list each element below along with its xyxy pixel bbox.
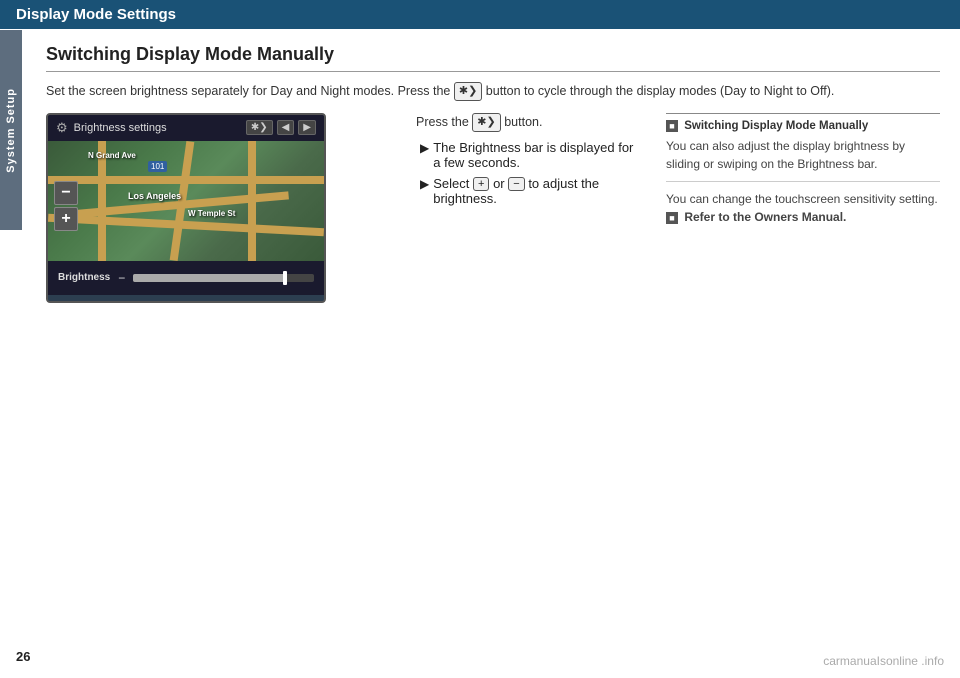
screen-next-btn: ▶ <box>298 120 316 135</box>
map-label-losangeles: Los Angeles <box>128 191 181 201</box>
brightness-bar-thumb <box>283 271 287 285</box>
steps-column: Press the ✱❯ button. ▶ The Brightness ba… <box>416 113 636 309</box>
right-column: ■ Switching Display Mode Manually You ca… <box>656 113 940 309</box>
map-minus-btn: − <box>54 181 78 205</box>
screen-header-title: Brightness settings <box>74 122 240 134</box>
note-icon: ■ <box>666 120 678 132</box>
screen-map: 101 Los Angeles N Grand Ave W Temple St … <box>48 141 324 261</box>
press-suffix: button. <box>504 115 542 129</box>
page-number: 26 <box>16 649 30 664</box>
map-label-road2: W Temple St <box>188 209 235 218</box>
side-tab-label: System Setup <box>5 88 17 173</box>
screen-header: ⚙ Brightness settings ✱❯ ◀ ▶ <box>48 115 324 141</box>
header-title: Display Mode Settings <box>16 6 176 23</box>
main-content: Switching Display Mode Manually Set the … <box>30 30 960 678</box>
side-note-text1: You can also adjust the display brightne… <box>666 137 940 173</box>
two-column-layout: ⚙ Brightness settings ✱❯ ◀ ▶ <box>46 113 940 309</box>
map-controls: − + <box>54 181 78 231</box>
side-note-title: ■ Switching Display Mode Manually <box>666 120 940 132</box>
screen-bottom-bar: Brightness − <box>48 261 324 295</box>
side-tab: System Setup <box>0 30 22 230</box>
press-label: Press the <box>416 115 469 129</box>
map-shield-101: 101 <box>148 161 167 172</box>
map-plus-btn: + <box>54 207 78 231</box>
press-button-icon: ✱❯ <box>472 113 500 132</box>
intro-text2: button to cycle through the display mode… <box>486 84 835 98</box>
map-label-road1: N Grand Ave <box>88 151 136 160</box>
note-icon2: ■ <box>666 212 678 224</box>
intro-button-icon: ✱❯ <box>454 82 482 101</box>
section-title: Switching Display Mode Manually <box>46 44 940 72</box>
step-item-2: ▶ Select + or − to adjust the brightness… <box>416 176 636 207</box>
left-column: ⚙ Brightness settings ✱❯ ◀ ▶ <box>46 113 396 309</box>
screen-mockup: ⚙ Brightness settings ✱❯ ◀ ▶ <box>46 113 326 303</box>
screen-asterisk-btn: ✱❯ <box>246 120 273 135</box>
side-note-box: ■ Switching Display Mode Manually You ca… <box>666 113 940 226</box>
brightness-bar-track <box>133 274 314 282</box>
step2-minus-icon: − <box>508 177 524 191</box>
screen-prev-btn: ◀ <box>277 120 295 135</box>
step2-arrow: ▶ <box>420 177 429 191</box>
step-item-1: ▶ The Brightness bar is displayed for a … <box>416 140 636 170</box>
step1-text: The Brightness bar is displayed for a fe… <box>433 140 636 170</box>
intro-text: Set the screen brightness separately for… <box>46 82 940 101</box>
brightness-bar-fill <box>133 274 287 282</box>
header-bar: Display Mode Settings <box>0 0 960 29</box>
brightness-minus-icon: − <box>118 271 125 285</box>
gear-icon: ⚙ <box>56 120 68 136</box>
brightness-label: Brightness <box>58 272 110 283</box>
screen-header-icons: ✱❯ ◀ ▶ <box>246 120 316 135</box>
side-note-text2: You can change the touchscreen sensitivi… <box>666 190 940 226</box>
step2-plus-icon: + <box>473 177 489 191</box>
intro-text1: Set the screen brightness separately for… <box>46 84 450 98</box>
divider <box>666 181 940 182</box>
step2-text: Select + or − to adjust the brightness. <box>433 176 636 207</box>
step-press-text: Press the ✱❯ button. <box>416 113 636 132</box>
step1-arrow: ▶ <box>420 141 429 155</box>
